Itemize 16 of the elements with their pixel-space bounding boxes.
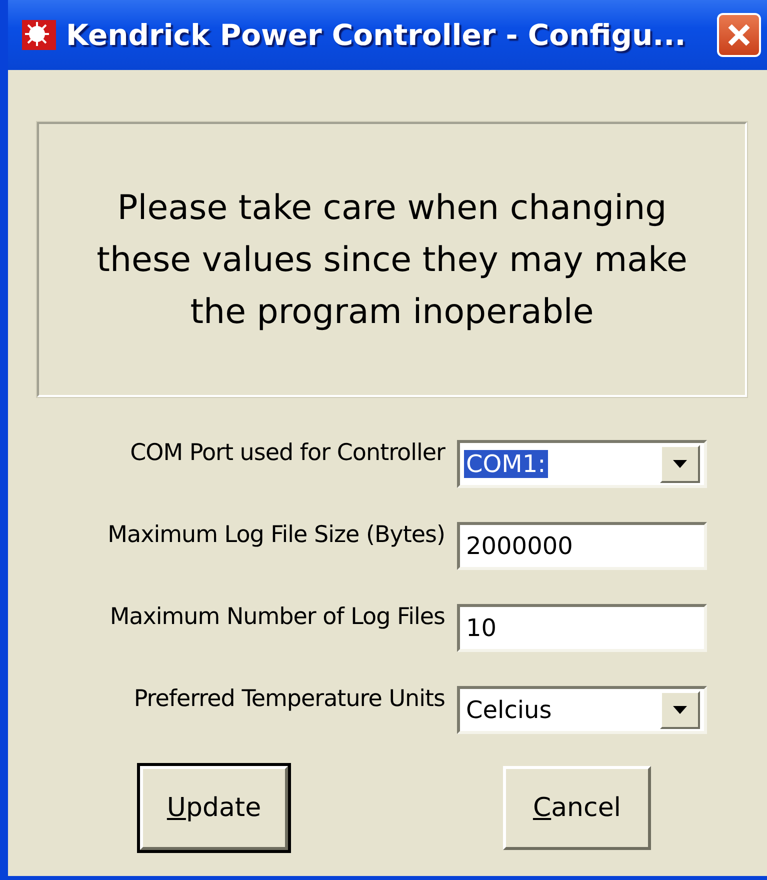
dialog-button[interactable]: Update [140, 766, 288, 850]
dropdown[interactable]: COM1: [457, 440, 707, 488]
field-label: Maximum Number of Log Files [108, 604, 446, 630]
dropdown[interactable]: Celcius [457, 686, 707, 734]
dialog-button[interactable]: Cancel [503, 766, 651, 850]
dropdown-arrow-icon [673, 460, 687, 468]
dropdown-arrow-icon [673, 706, 687, 714]
field-label: COM Port used for Controller [129, 440, 446, 466]
app-icon [22, 20, 56, 50]
close-button[interactable] [717, 13, 761, 57]
window-title: Kendrick Power Controller - Configu... [66, 18, 687, 52]
field-label: Maximum Log File Size (Bytes) [106, 522, 446, 548]
field-label: Preferred Temperature Units [132, 686, 446, 712]
input-field[interactable]: 10 [457, 604, 707, 652]
warning-text: Please take care when changing these values since they may make the program inoperable [96, 186, 688, 334]
input-field[interactable]: 2000000 [457, 522, 707, 570]
